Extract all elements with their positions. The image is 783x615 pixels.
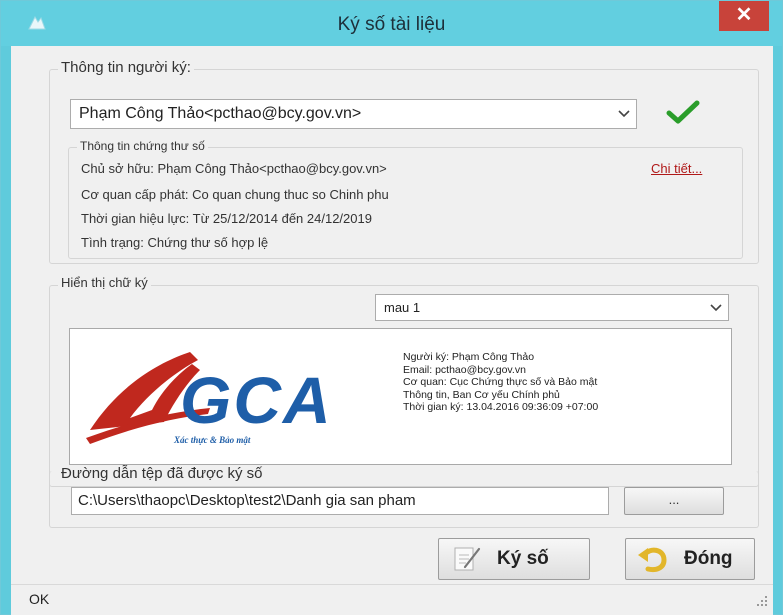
vgca-logo: GCA Xác thực & Bảo mật [80,344,370,454]
vgca-logo-text: GCA [180,363,333,437]
signature-display-group: Hiển thị chữ ký mau 1 GCA Xác thực & Bảo… [49,275,759,487]
cert-validity: Thời gian hiệu lực: Từ 25/12/2014 đến 24… [81,211,372,226]
signature-template-value: mau 1 [384,300,421,315]
close-button[interactable]: Đóng [625,538,755,580]
title-bar[interactable]: Ký số tài liệu ✕ [1,1,782,46]
preview-line: Cơ quan: Cục Chứng thực số và Bảo mật [403,376,598,388]
signature-preview-text: Người ký: Phạm Công Thảo Email: pcthao@b… [403,351,598,414]
close-button-label: Đóng [684,548,733,569]
browse-button-label: ... [668,492,680,507]
signature-display-legend: Hiển thị chữ ký [58,275,151,290]
signed-file-path-input[interactable]: C:\Users\thaopc\Desktop\test2\Danh gia s… [71,487,609,515]
signature-preview: GCA Xác thực & Bảo mật Người ký: Phạm Cô… [69,328,732,465]
resize-grip-icon[interactable] [757,593,767,611]
signed-file-path-legend: Đường dẫn tệp đã được ký số [58,465,266,482]
dialog-window: Ký số tài liệu ✕ Thông tin người ký: Phạ… [0,0,783,615]
preview-line: Người ký: Phạm Công Thảo [403,351,535,363]
cert-owner: Chủ sở hữu: Phạm Công Thảo<pcthao@bcy.go… [81,161,387,176]
chevron-down-icon [618,105,630,123]
certificate-info-group: Thông tin chứng thư số Chủ sở hữu: Phạm … [68,139,743,259]
preview-line: Thông tin, Ban Cơ yếu Chính phủ [403,388,560,401]
sign-button-label: Ký số [497,548,549,569]
certificate-info-legend: Thông tin chứng thư số [77,139,208,153]
check-icon [666,100,700,131]
signer-select[interactable]: Phạm Công Thảo<pcthao@bcy.gov.vn> [70,99,637,129]
status-text: OK [29,591,50,607]
vgca-logo-tagline: Xác thực & Bảo mật [174,435,251,445]
window-title: Ký số tài liệu [337,14,446,35]
signer-select-value: Phạm Công Thảo<pcthao@bcy.gov.vn> [79,105,362,122]
signer-info-legend: Thông tin người ký: [58,59,194,76]
cert-details-link[interactable]: Chi tiết... [651,161,702,176]
preview-line: Thời gian ký: 13.04.2016 09:36:09 +07:00 [403,401,599,413]
sign-document-icon [453,545,483,578]
cert-issuer: Cơ quan cấp phát: Co quan chung thuc so … [81,187,389,202]
chevron-down-icon [710,299,722,317]
undo-arrow-icon [636,545,668,578]
close-window-button[interactable]: ✕ [719,1,769,31]
cert-status: Tình trạng: Chứng thư số hợp lệ [81,235,269,250]
dialog-body: Thông tin người ký: Phạm Công Thảo<pctha… [11,46,773,584]
sign-button[interactable]: Ký số [438,538,590,580]
signed-file-path-group: Đường dẫn tệp đã được ký số C:\Users\tha… [49,465,759,528]
signed-file-path-value: C:\Users\thaopc\Desktop\test2\Danh gia s… [78,492,416,509]
browse-button[interactable]: ... [624,487,724,515]
signature-template-select[interactable]: mau 1 [375,294,729,321]
status-bar: OK [11,584,773,615]
signer-info-group: Thông tin người ký: Phạm Công Thảo<pctha… [49,59,759,264]
preview-line: Email: pcthao@bcy.gov.vn [403,363,526,376]
